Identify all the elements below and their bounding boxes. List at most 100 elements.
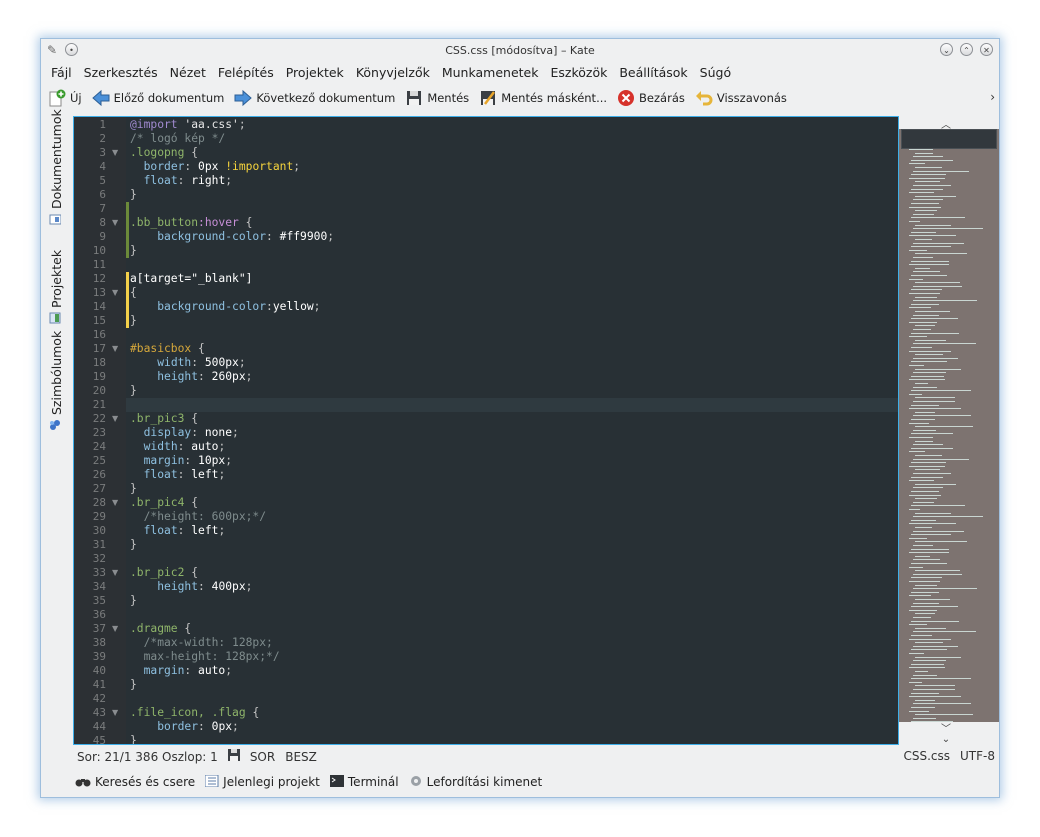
code-line[interactable]: .br_pic4 {	[74, 496, 898, 510]
minimap-line	[915, 253, 967, 255]
code-line[interactable]: }	[74, 594, 898, 608]
encoding[interactable]: UTF-8	[960, 749, 995, 763]
code-line[interactable]: float: right;	[74, 174, 898, 188]
code-line[interactable]: max-height: 128px;*/	[74, 650, 898, 664]
minimap-line	[913, 631, 976, 633]
code-line[interactable]: background-color: #ff9900;	[74, 230, 898, 244]
menu-help[interactable]: Súgó	[694, 64, 737, 82]
minimap-preview[interactable]	[899, 129, 999, 722]
minimap-line	[909, 163, 925, 165]
menu-settings[interactable]: Beállítások	[613, 64, 693, 82]
code-line[interactable]	[74, 328, 898, 342]
code-line[interactable]: }	[74, 384, 898, 398]
sidebar-tab-symbols[interactable]: Szimbólumok	[49, 331, 64, 431]
code-line[interactable]: .bb_button:hover {	[74, 216, 898, 230]
new-button[interactable]: Új	[45, 86, 89, 110]
minimap-line	[911, 692, 939, 694]
save-button[interactable]: Mentés	[402, 86, 476, 110]
code-line[interactable]: float: left;	[74, 524, 898, 538]
cursor-position: Sor: 21/1 386 Oszlop: 1	[77, 749, 218, 764]
code-line[interactable]: }	[74, 188, 898, 202]
code-line[interactable]	[74, 398, 898, 412]
minimize-button[interactable]: ⌄	[940, 43, 953, 56]
code-line[interactable]: background-color:yellow;	[74, 300, 898, 314]
save-status-icon[interactable]	[227, 749, 240, 764]
tab-terminal[interactable]: Terminál	[329, 774, 399, 790]
code-editor[interactable]: 1 @import 'aa.css'; 2/* logó kép */3 ▼ .logo…	[73, 116, 899, 745]
code-line[interactable]: /*max-width: 128px;	[74, 636, 898, 650]
minimap-line	[909, 566, 923, 568]
code-line[interactable]: }	[74, 734, 898, 744]
close-window-button[interactable]: ✕	[980, 43, 993, 56]
maximize-button[interactable]: ⌃	[960, 43, 973, 56]
minimap-line	[911, 678, 971, 680]
code-line[interactable]: margin: auto;	[74, 664, 898, 678]
menu-tools[interactable]: Eszközök	[544, 64, 613, 82]
minimap-line	[913, 703, 971, 705]
code-line[interactable]: .br_pic3 {	[74, 412, 898, 426]
code-line[interactable]	[74, 692, 898, 706]
code-line[interactable]: .file_icon, .flag {	[74, 706, 898, 720]
menu-edit[interactable]: Szerkesztés	[78, 64, 164, 82]
sidebar-tab-documents[interactable]: Dokumentumok	[49, 109, 64, 225]
code-line[interactable]: .dragme {	[74, 622, 898, 636]
menu-build[interactable]: Felépítés	[212, 64, 280, 82]
code-line[interactable]: width: 500px;	[74, 356, 898, 370]
scroll-down-chevron-icon[interactable]: ﹀ ⌄	[941, 725, 951, 745]
code-line[interactable]: border: 0px;	[74, 720, 898, 734]
prev-document-button[interactable]: Előző dokumentum	[89, 86, 232, 110]
code-line[interactable]: display: none;	[74, 426, 898, 440]
insert-mode[interactable]: BESZ	[285, 750, 317, 764]
save-as-button[interactable]: Mentés másként...	[476, 86, 614, 110]
minimap-line	[911, 332, 959, 334]
selection-mode[interactable]: SOR	[250, 750, 275, 764]
minimap-viewport[interactable]	[901, 129, 997, 149]
minimap-line	[915, 714, 973, 716]
code-line[interactable]: }	[74, 678, 898, 692]
code-line[interactable]: @import 'aa.css';	[74, 118, 898, 132]
menu-file[interactable]: Fájl	[45, 64, 78, 82]
code-line[interactable]: /*height: 600px;*/	[74, 510, 898, 524]
code-line[interactable]: /* logó kép */	[74, 132, 898, 146]
code-line[interactable]: a[target="_blank"]	[74, 272, 898, 286]
code-line[interactable]	[74, 552, 898, 566]
code-line[interactable]: }	[74, 314, 898, 328]
code-line[interactable]: {	[74, 286, 898, 300]
minimap-line	[913, 357, 958, 359]
toolbar-overflow-chevron-icon[interactable]: ›	[990, 90, 995, 104]
code-line[interactable]: margin: 10px;	[74, 454, 898, 468]
close-document-button[interactable]: Bezárás	[614, 86, 692, 110]
next-document-button[interactable]: Következő dokumentum	[231, 86, 402, 110]
menu-sessions[interactable]: Munkamenetek	[436, 64, 545, 82]
modified-marker	[126, 202, 129, 258]
menu-bookmarks[interactable]: Könyvjelzők	[350, 64, 436, 82]
sidebar-documents-label: Dokumentumok	[49, 109, 64, 209]
code-line[interactable]: width: auto;	[74, 440, 898, 454]
code-line[interactable]: border: 0px !important;	[74, 160, 898, 174]
code-line[interactable]: }	[74, 244, 898, 258]
code-line[interactable]: }	[74, 538, 898, 552]
file-type[interactable]: CSS.css	[903, 749, 950, 763]
code-line[interactable]: .br_pic2 {	[74, 566, 898, 580]
tab-build-output[interactable]: Lefordítási kimenet	[409, 774, 542, 791]
code-line[interactable]: #basicbox {	[74, 342, 898, 356]
undo-button[interactable]: Visszavonás	[692, 86, 794, 110]
code-line[interactable]: }	[74, 482, 898, 496]
code-line[interactable]: height: 400px;	[74, 580, 898, 594]
minimap[interactable]: ︿ ﹀ ⌄	[899, 116, 999, 745]
menu-view[interactable]: Nézet	[164, 64, 212, 82]
code-line[interactable]	[74, 258, 898, 272]
window-title: CSS.css [módosítva] – Kate	[445, 44, 595, 57]
minimap-line	[915, 469, 940, 471]
menu-projects[interactable]: Projektek	[280, 64, 350, 82]
tab-search-replace[interactable]: Keresés és csere	[75, 775, 195, 790]
code-line[interactable]: .logopng {	[74, 146, 898, 160]
terminal-icon	[329, 774, 344, 790]
code-line[interactable]: float: left;	[74, 468, 898, 482]
code-line[interactable]	[74, 608, 898, 622]
minimap-line	[909, 350, 951, 352]
code-line[interactable]	[74, 202, 898, 216]
tab-current-project[interactable]: Jelenlegi projekt	[204, 774, 320, 790]
code-line[interactable]: height: 260px;	[74, 370, 898, 384]
sidebar-tab-projects[interactable]: Projektek	[49, 250, 64, 324]
